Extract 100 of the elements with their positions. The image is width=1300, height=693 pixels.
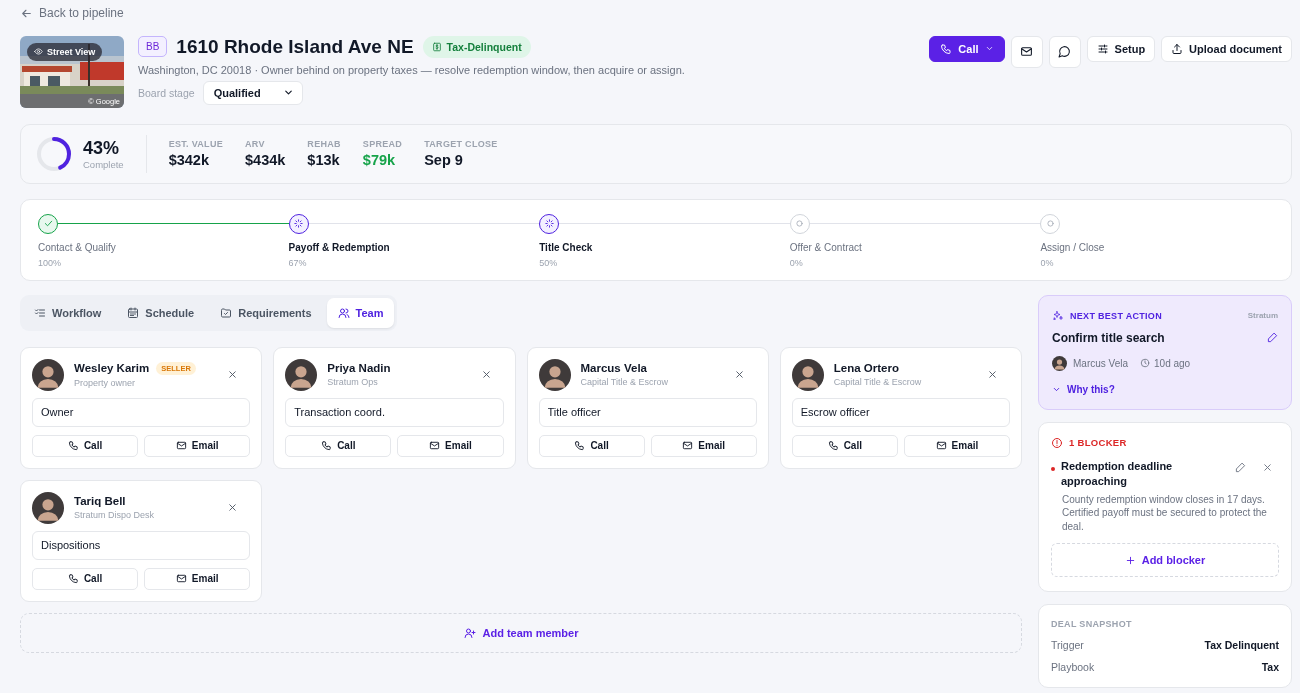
email-button[interactable]: Email (650, 434, 757, 457)
mail-icon (1020, 45, 1034, 58)
role-field[interactable]: Owner (32, 397, 251, 427)
property-title: 1610 Rhode Island Ave NE (176, 35, 414, 58)
role-field[interactable]: Escrow officer (791, 397, 1010, 427)
users-icon (337, 306, 350, 319)
call-button[interactable]: Call (929, 35, 1005, 62)
member-organization: Property owner (74, 377, 137, 388)
upload-icon (1171, 42, 1184, 55)
check-icon (42, 218, 54, 229)
back-link[interactable]: Back to pipeline (20, 5, 124, 21)
stage-percent: 67% (288, 257, 308, 268)
why-this-link[interactable]: Why this? (1052, 383, 1115, 395)
checklist-icon (34, 306, 46, 319)
stat-value: $13k (307, 152, 341, 168)
call-button[interactable]: Call (285, 434, 392, 457)
chevron-down-icon (984, 44, 994, 53)
loader-icon (543, 218, 555, 229)
email-button[interactable] (1010, 35, 1043, 68)
stage-name: Title Check (539, 241, 594, 253)
blocker-description: County redemption window closes in 17 days. Certified payoff must be secured to protect the deal. (1062, 492, 1268, 533)
call-button[interactable]: Call (32, 434, 139, 457)
close-icon (733, 369, 745, 380)
upload-button[interactable]: Upload document (1161, 35, 1292, 62)
avatar (791, 358, 824, 391)
assignee-name: Marcus Vela (1073, 357, 1129, 369)
sparkle-icon (1052, 309, 1064, 322)
tab[interactable]: Workflow (23, 297, 113, 328)
member-organization: Capital Title & Escrow (833, 377, 922, 387)
phone-icon (574, 440, 586, 451)
snapshot-label: Playbook (1051, 661, 1095, 673)
call-button[interactable]: Call (538, 434, 645, 457)
setup-button[interactable]: Setup (1086, 35, 1156, 62)
pencil-icon (1267, 332, 1278, 343)
circle-icon (795, 219, 805, 228)
avatar (32, 358, 64, 391)
blocker-title: Redemption deadline approaching (1061, 458, 1174, 489)
stage-percent: 100% (38, 257, 63, 268)
tab[interactable]: Team (326, 297, 395, 328)
source-label: Stratum (1247, 311, 1278, 320)
close-icon (987, 369, 998, 380)
action-title: Confirm title search (1052, 330, 1165, 345)
progress-ring (35, 134, 73, 173)
snapshot-value: Tax Delinquent (1204, 639, 1279, 651)
member-name: Lena Ortero (833, 362, 899, 374)
stat-value: $434k (245, 152, 286, 168)
member-name: Marcus Vela (580, 362, 647, 374)
circle-icon (1045, 219, 1055, 228)
chevron-down-icon (282, 87, 294, 98)
phone-icon (827, 440, 839, 451)
folder-icon (220, 306, 233, 319)
board-stage-select[interactable]: Qualified (202, 80, 303, 105)
stat-value: $79k (362, 152, 397, 168)
edit-button[interactable] (1267, 332, 1278, 343)
email-button[interactable]: Email (144, 567, 251, 590)
phone-icon (321, 440, 333, 451)
tab[interactable]: Schedule (116, 297, 206, 328)
avatar (285, 358, 318, 391)
property-description: Washington, DC 20018 · Owner behind on property taxes — resolve redemption window, then acquire or assign. (138, 63, 686, 76)
call-button[interactable]: Call (791, 434, 898, 457)
member-organization: Stratum Dispo Desk (74, 510, 155, 520)
add-blocker-button[interactable]: Add blocker (1051, 543, 1279, 577)
snapshot-value: Tax (1261, 661, 1279, 673)
pencil-icon (1235, 461, 1246, 473)
role-field[interactable]: Transaction coord. (285, 397, 504, 427)
member-name: Wesley Karim (74, 362, 150, 374)
stat-label: REHAB (307, 139, 341, 149)
plus-icon (1124, 554, 1136, 566)
complete-caption: Complete (83, 158, 124, 170)
stage-name: Offer & Contract (789, 241, 863, 253)
card-heading: 1 BLOCKER (1069, 437, 1127, 448)
stat-label: SPREAD (362, 139, 403, 149)
email-button[interactable]: Email (397, 434, 504, 457)
phone-icon (940, 42, 953, 55)
mail-icon (429, 440, 441, 451)
email-button[interactable]: Email (903, 434, 1010, 457)
role-field[interactable]: Title officer (538, 397, 757, 427)
tab[interactable]: Requirements (209, 297, 323, 328)
stat-label: ARV (245, 139, 266, 149)
email-button[interactable]: Email (144, 434, 251, 457)
close-icon (1262, 461, 1273, 473)
initials-badge: BB (138, 36, 168, 57)
role-field[interactable]: Dispositions (32, 530, 251, 560)
status-tag: Tax-Delinquent (422, 35, 531, 58)
close-icon (480, 369, 492, 380)
add-team-member-button[interactable]: Add team member (20, 612, 1022, 653)
sliders-icon (1096, 42, 1109, 55)
member-organization: Capital Title & Escrow (580, 377, 669, 387)
mail-icon (175, 573, 187, 584)
message-button[interactable] (1048, 35, 1081, 68)
clock-icon (1140, 358, 1151, 368)
stage-name: Contact & Qualify (38, 241, 117, 253)
board-stage-label: Board stage (138, 86, 195, 99)
mail-icon (682, 440, 694, 451)
call-button[interactable]: Call (32, 567, 139, 590)
avatar (538, 358, 571, 391)
time-ago: 10d ago (1154, 357, 1191, 369)
snapshot-label: Trigger (1051, 639, 1084, 651)
close-icon (227, 369, 239, 380)
mail-icon (935, 440, 947, 451)
